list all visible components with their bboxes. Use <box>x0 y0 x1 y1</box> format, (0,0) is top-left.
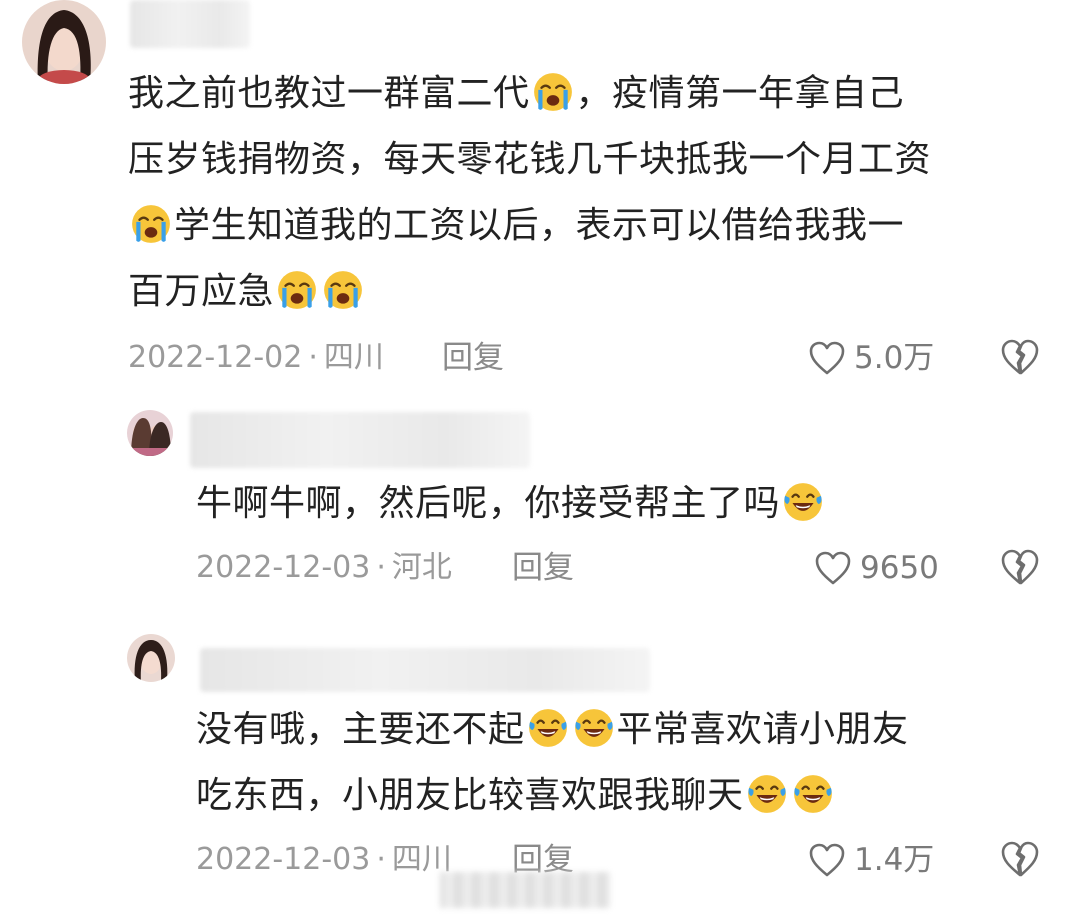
comment-text-line: 吃东西，小朋友比较喜欢跟我聊天 <box>196 766 836 826</box>
comment-text-segment: 没有哦，主要还不起 <box>196 709 525 750</box>
broken-heart-icon <box>1000 840 1040 878</box>
blurred-username <box>190 412 530 468</box>
comment-text-segment: 压岁钱捐物资，每天零花钱几千块抵我一个月工资 <box>128 139 932 180</box>
comment-text-segment: 平常喜欢请小朋友 <box>616 709 909 750</box>
like-button[interactable]: 1.4万 <box>808 840 934 880</box>
comment-text-line: 百万应急 <box>128 262 366 322</box>
avatar[interactable] <box>127 410 173 456</box>
comment-text-line: 我之前也教过一群富二代 ，疫情第一年拿自己 <box>128 64 904 124</box>
tears-of-joy-emoji <box>527 707 569 749</box>
heart-outline-icon <box>814 550 852 586</box>
like-count: 9650 <box>860 550 939 586</box>
loudly-crying-face-emoji <box>276 269 318 311</box>
comment-meta: 2022-12-02 · 四川 <box>128 338 384 378</box>
heart-outline-icon <box>808 842 846 878</box>
comment-text-segment: ，疫情第一年拿自己 <box>575 73 905 114</box>
loudly-crying-face-emoji <box>322 269 364 311</box>
avatar[interactable] <box>22 0 106 84</box>
loudly-crying-face-emoji <box>532 71 574 113</box>
comment-text-line: 压岁钱捐物资，每天零花钱几千块抵我一个月工资 <box>128 130 931 190</box>
tears-of-joy-emoji <box>782 481 824 523</box>
broken-heart-icon <box>1000 338 1040 376</box>
broken-heart-icon <box>1000 548 1040 586</box>
comment-text-segment: 吃东西，小朋友比较喜欢跟我聊天 <box>196 775 744 816</box>
meta-separator: · <box>376 550 386 585</box>
dislike-button[interactable] <box>1000 338 1040 378</box>
like-button[interactable]: 5.0万 <box>808 338 934 378</box>
comment-date: 2022-12-03 <box>196 550 371 585</box>
tears-of-joy-emoji <box>792 773 834 815</box>
meta-separator: · <box>376 842 386 877</box>
like-button[interactable]: 9650 <box>814 548 939 588</box>
blurred-username <box>200 648 650 692</box>
comment-text-segment: 百万应急 <box>128 271 275 312</box>
comment-text-line: 牛啊牛啊，然后呢，你接受帮主了吗 <box>196 474 826 534</box>
tears-of-joy-emoji <box>573 707 615 749</box>
dislike-button[interactable] <box>1000 548 1040 588</box>
like-count: 1.4万 <box>854 842 935 878</box>
comment-location: 四川 <box>323 340 384 375</box>
comment-text-segment: 我之前也教过一群富二代 <box>128 73 530 114</box>
comment-date: 2022-12-03 <box>196 842 371 877</box>
comment-date: 2022-12-02 <box>128 340 303 375</box>
comment-location: 河北 <box>391 550 452 585</box>
comment-text-segment: 牛啊牛啊，然后呢，你接受帮主了吗 <box>196 483 781 524</box>
dislike-button[interactable] <box>1000 840 1040 880</box>
comment-text-line: 没有哦，主要还不起 平常喜欢请小朋友 <box>196 700 909 760</box>
comment-meta: 2022-12-03 · 河北 <box>196 548 452 588</box>
reply-button[interactable]: 回复 <box>512 548 574 588</box>
reply-button[interactable]: 回复 <box>442 338 504 378</box>
meta-separator: · <box>308 340 318 375</box>
comment-text-segment: 学生知道我的工资以后，表示可以借给我我一 <box>174 205 905 246</box>
tears-of-joy-emoji <box>746 773 788 815</box>
comment-text-line: 学生知道我的工资以后，表示可以借给我我一 <box>128 196 904 256</box>
heart-outline-icon <box>808 340 846 376</box>
loudly-crying-face-emoji <box>130 203 172 245</box>
watermark <box>440 872 610 908</box>
blurred-username <box>130 0 250 48</box>
comment-meta: 2022-12-03 · 四川 <box>196 840 452 880</box>
avatar[interactable] <box>127 634 175 682</box>
like-count: 5.0万 <box>854 340 935 376</box>
